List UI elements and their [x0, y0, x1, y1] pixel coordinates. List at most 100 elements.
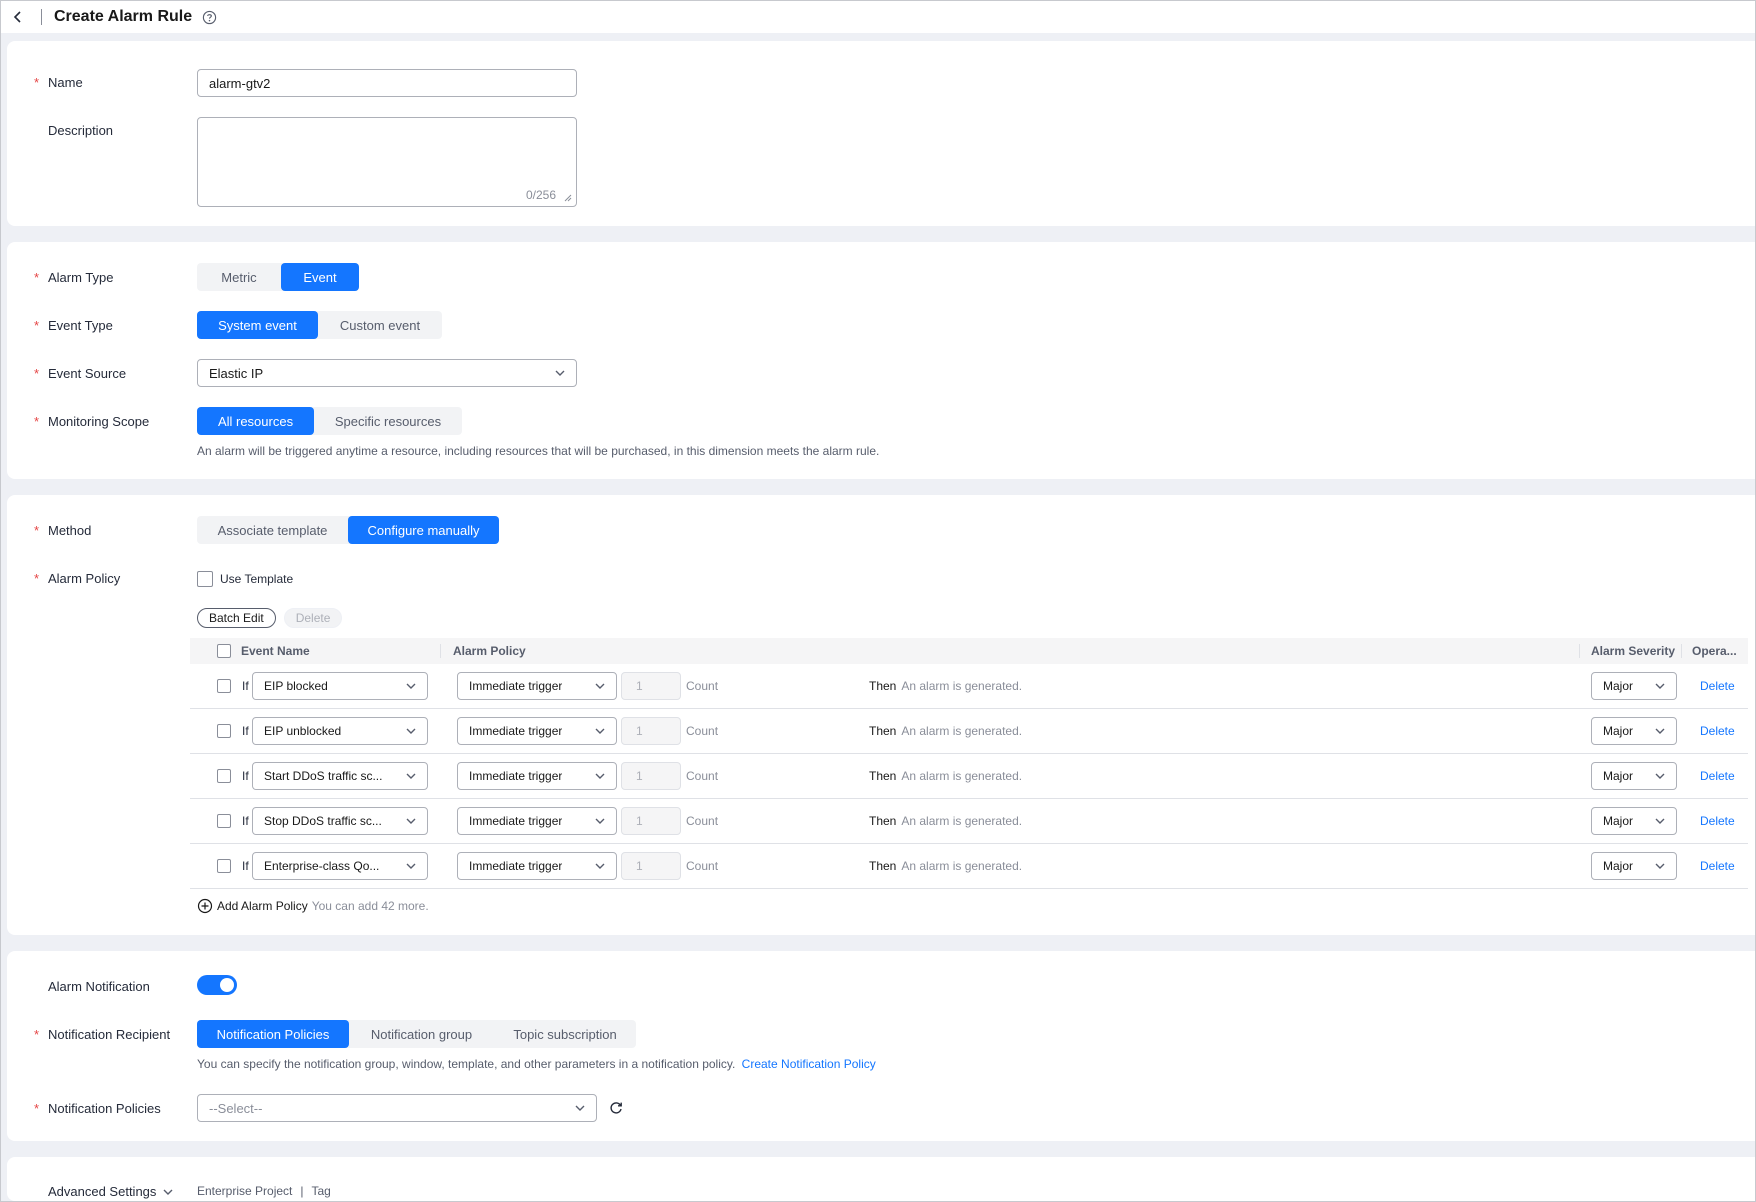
notification-recipient-toggle: Notification Policies Notification group… — [197, 1020, 636, 1048]
alarm-notification-label: Alarm Notification — [48, 979, 150, 994]
add-alarm-policy[interactable]: Add Alarm Policy You can add 42 more. — [197, 898, 429, 914]
event-name-select[interactable]: EIP blocked — [252, 672, 428, 700]
count-input[interactable]: 1 — [621, 762, 681, 790]
row-checkbox[interactable] — [217, 724, 231, 738]
help-circle-icon[interactable] — [202, 9, 218, 25]
select-all-checkbox[interactable] — [217, 644, 231, 658]
row-select[interactable] — [217, 762, 231, 790]
refresh-icon[interactable] — [608, 1100, 624, 1116]
use-template-label: Use Template — [220, 572, 294, 586]
row-checkbox[interactable] — [217, 769, 231, 783]
trigger-select[interactable]: Immediate trigger — [457, 762, 617, 790]
count-group: 1 Count — [621, 717, 718, 745]
severity-value: Major — [1603, 679, 1634, 693]
row-checkbox[interactable] — [217, 814, 231, 828]
row-delete-link[interactable]: Delete — [1700, 852, 1735, 880]
advanced-settings-toggle[interactable]: Advanced Settings — [34, 1184, 174, 1199]
row-select[interactable] — [217, 717, 231, 745]
severity-value: Major — [1603, 769, 1634, 783]
chevron-down-icon — [1655, 863, 1665, 869]
batch-edit-button[interactable]: Batch Edit — [197, 608, 276, 628]
method-configure-manually-button[interactable]: Configure manually — [348, 516, 499, 544]
row-checkbox[interactable] — [217, 679, 231, 693]
event-name-value: Enterprise-class Qo... — [264, 859, 380, 873]
add-alarm-policy-hint: You can add 42 more. — [311, 899, 429, 913]
event-source-value: Elastic IP — [209, 365, 264, 381]
advanced-settings-summary: Enterprise Project | Tag — [197, 1184, 331, 1198]
advanced-settings-card: Advanced Settings Enterprise Project | T… — [7, 1157, 1755, 1201]
add-alarm-policy-label[interactable]: Add Alarm Policy — [217, 899, 308, 913]
chevron-down-icon — [555, 370, 565, 376]
severity-select[interactable]: Major — [1591, 807, 1677, 835]
event-source-select[interactable]: Elastic IP — [197, 359, 577, 387]
then-group: Then An alarm is generated. — [869, 717, 1022, 745]
description-textarea[interactable]: 0/256 — [197, 117, 577, 207]
trigger-select[interactable]: Immediate trigger — [457, 717, 617, 745]
severity-select[interactable]: Major — [1591, 672, 1677, 700]
header-divider — [1681, 644, 1682, 658]
count-input[interactable]: 1 — [621, 852, 681, 880]
row-select[interactable] — [217, 807, 231, 835]
chevron-down-icon — [163, 1189, 173, 1195]
header-divider — [440, 644, 441, 658]
alarm-type-event-button[interactable]: Event — [281, 263, 359, 291]
count-input[interactable]: 1 — [621, 672, 681, 700]
name-input[interactable]: alarm-gtv2 — [197, 69, 577, 97]
header-operation: Opera... — [1692, 644, 1737, 658]
count-label: Count — [686, 859, 719, 873]
row-delete-link[interactable]: Delete — [1700, 762, 1735, 790]
count-input[interactable]: 1 — [621, 717, 681, 745]
monitoring-scope-hint: An alarm will be triggered anytime a res… — [197, 444, 880, 458]
row-checkbox[interactable] — [217, 859, 231, 873]
severity-select[interactable]: Major — [1591, 762, 1677, 790]
trigger-select[interactable]: Immediate trigger — [457, 852, 617, 880]
alarm-type-metric-button[interactable]: Metric — [197, 263, 281, 291]
recipient-policies-button[interactable]: Notification Policies — [197, 1020, 349, 1048]
table-body: If EIP blocked Immediate trigger 1 Count… — [190, 664, 1748, 889]
row-delete-link[interactable]: Delete — [1700, 672, 1735, 700]
header-select-all[interactable] — [217, 638, 231, 664]
count-input[interactable]: 1 — [621, 807, 681, 835]
count-group: 1 Count — [621, 672, 718, 700]
event-name-select[interactable]: Start DDoS traffic sc... — [252, 762, 428, 790]
method-associate-template-button[interactable]: Associate template — [197, 516, 348, 544]
row-delete-link[interactable]: Delete — [1700, 807, 1735, 835]
scope-all-resources-button[interactable]: All resources — [197, 407, 314, 435]
alarm-notification-switch[interactable] — [197, 975, 237, 995]
severity-select[interactable]: Major — [1591, 717, 1677, 745]
trigger-value: Immediate trigger — [469, 679, 563, 693]
event-type-label: * Event Type — [34, 318, 113, 333]
row-select[interactable] — [217, 672, 231, 700]
chevron-down-icon — [1655, 728, 1665, 734]
alarm-generated-text: An alarm is generated. — [901, 859, 1023, 873]
resize-handle-icon[interactable] — [564, 194, 572, 202]
monitoring-scope-toggle: All resources Specific resources — [197, 407, 462, 435]
trigger-select[interactable]: Immediate trigger — [457, 807, 617, 835]
event-name-select[interactable]: EIP unblocked — [252, 717, 428, 745]
recipient-group-button[interactable]: Notification group — [349, 1020, 494, 1048]
then-group: Then An alarm is generated. — [869, 852, 1022, 880]
event-name-select[interactable]: Enterprise-class Qo... — [252, 852, 428, 880]
row-select[interactable] — [217, 852, 231, 880]
chevron-down-icon — [595, 773, 605, 779]
then-label: Then — [869, 769, 897, 783]
batch-actions: Batch Edit Delete — [197, 608, 343, 628]
event-type-system-button[interactable]: System event — [197, 311, 318, 339]
use-template-checkbox[interactable] — [197, 571, 213, 587]
event-type-custom-button[interactable]: Custom event — [318, 311, 442, 339]
create-notification-policy-link[interactable]: Create Notification Policy — [742, 1057, 876, 1071]
top-bar: Create Alarm Rule — [1, 1, 1755, 33]
trigger-select[interactable]: Immediate trigger — [457, 672, 617, 700]
event-name-select[interactable]: Stop DDoS traffic sc... — [252, 807, 428, 835]
batch-delete-button[interactable]: Delete — [283, 608, 343, 628]
back-arrow-icon[interactable] — [3, 5, 33, 29]
recipient-topic-button[interactable]: Topic subscription — [494, 1020, 636, 1048]
severity-select[interactable]: Major — [1591, 852, 1677, 880]
switch-knob — [220, 978, 234, 992]
severity-value: Major — [1603, 814, 1634, 828]
scope-specific-resources-button[interactable]: Specific resources — [314, 407, 462, 435]
table-row: If Enterprise-class Qo... Immediate trig… — [190, 844, 1748, 889]
row-delete-link[interactable]: Delete — [1700, 717, 1735, 745]
use-template-option[interactable]: Use Template — [197, 571, 293, 587]
notification-policies-select[interactable]: --Select-- — [197, 1094, 597, 1122]
